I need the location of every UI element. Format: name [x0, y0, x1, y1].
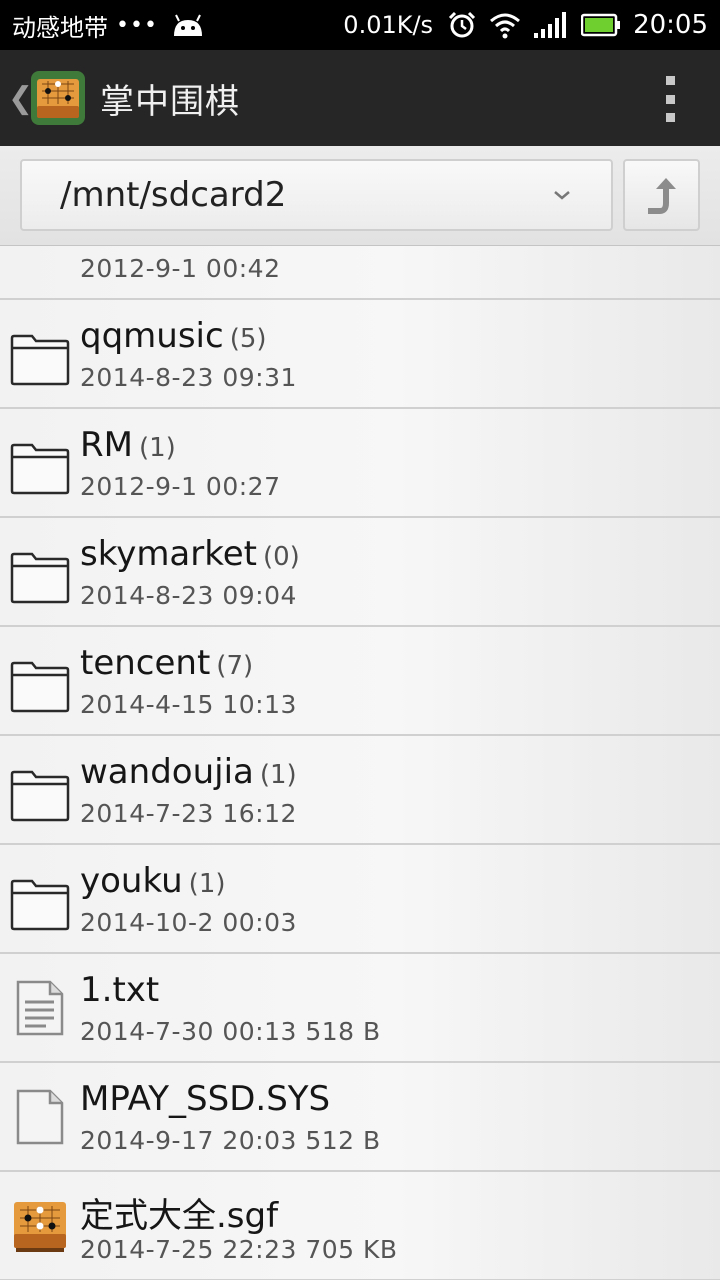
folder-icon [10, 655, 70, 715]
chevron-down-icon [554, 191, 570, 200]
back-chevron-icon[interactable]: ❮ [8, 81, 33, 116]
folder-row[interactable]: RM (1) 2012-9-1 00:27 [0, 409, 720, 518]
file-meta: 2012-9-1 00:42 [80, 254, 281, 283]
carrier-name: 动感地带 [12, 13, 108, 42]
file-meta: 2012-9-1 00:27 [80, 472, 281, 501]
file-row[interactable]: 定式大全.sgf 2014-7-25 22:23 705 KB [0, 1172, 720, 1280]
file-name-text: qqmusic [80, 316, 224, 356]
path-bar: /mnt/sdcard2 [0, 146, 720, 246]
file-name-text: wandoujia [80, 752, 254, 792]
file-meta: 2014-7-25 22:23 705 KB [80, 1235, 398, 1264]
signal-icon [534, 12, 567, 38]
android-icon [173, 14, 202, 36]
file-name: qqmusic (5) [80, 316, 267, 356]
file-name-text: MPAY_SSD.SYS [80, 1079, 331, 1119]
folder-icon [10, 546, 70, 606]
item-count: (1) [259, 760, 297, 790]
clock: 20:05 [633, 10, 708, 40]
file-name-text: 定式大全.sgf [80, 1196, 279, 1236]
file-name: 1.txt [80, 970, 159, 1010]
file-name: 定式大全.sgf [80, 1188, 278, 1237]
file-row[interactable]: 1.txt 2014-7-30 00:13 518 B [0, 954, 720, 1063]
status-left: 动感地带 ••• [12, 8, 206, 43]
item-count: (0) [262, 542, 300, 572]
status-bar: 动感地带 ••• 0.01K/s 20:05 [0, 0, 720, 50]
file-name-text: RM [80, 425, 133, 465]
file-meta: 2014-4-15 10:13 [80, 690, 297, 719]
file-name-text: 1.txt [80, 970, 160, 1010]
item-count: (7) [216, 651, 254, 681]
app-icon[interactable] [30, 70, 86, 126]
file-meta: 2014-9-17 20:03 512 B [80, 1126, 381, 1155]
sgf-file-icon [10, 1196, 70, 1256]
file-meta: 2014-7-23 16:12 [80, 799, 297, 828]
folder-row[interactable]: tencent (7) 2014-4-15 10:13 [0, 627, 720, 736]
folder-icon [10, 873, 70, 933]
item-count: (1) [188, 869, 226, 899]
file-name: wandoujia (1) [80, 752, 297, 792]
folder-row[interactable]: youku (1) 2014-10-2 00:03 [0, 845, 720, 954]
file-name: tencent (7) [80, 643, 253, 683]
file-meta: 2014-10-2 00:03 [80, 908, 297, 937]
file-meta: 2014-8-23 09:31 [80, 363, 297, 392]
text-file-icon [10, 978, 70, 1038]
current-path: /mnt/sdcard2 [60, 175, 287, 215]
file-name-text: youku [80, 861, 183, 901]
folder-row[interactable]: wandoujia (1) 2014-7-23 16:12 [0, 736, 720, 845]
file-name: youku (1) [80, 861, 226, 901]
file-name-text: skymarket [80, 534, 257, 574]
file-name: skymarket (0) [80, 534, 300, 574]
folder-row[interactable]: 2012-9-1 00:42 [0, 246, 720, 300]
action-bar: ❮ 掌中围棋 [0, 50, 720, 146]
parent-directory-button[interactable] [623, 159, 700, 231]
app-title: 掌中围棋 [100, 81, 240, 122]
file-row[interactable]: MPAY_SSD.SYS 2014-9-17 20:03 512 B [0, 1063, 720, 1172]
item-count: (1) [138, 433, 176, 463]
overflow-menu-icon[interactable] [664, 76, 676, 122]
path-dropdown[interactable]: /mnt/sdcard2 [20, 159, 613, 231]
file-icon [10, 1087, 70, 1147]
up-arrow-icon [647, 178, 676, 214]
more-notifications-icon: ••• [116, 12, 158, 38]
file-name-text: tencent [80, 643, 211, 683]
folder-row[interactable]: skymarket (0) 2014-8-23 09:04 [0, 518, 720, 627]
folder-icon [10, 328, 70, 388]
folder-icon [10, 437, 70, 497]
battery-icon [581, 13, 621, 37]
file-list: 2012-9-1 00:42 qqmusic (5) 2014-8-23 09:31 R… [0, 246, 720, 1280]
folder-icon [10, 764, 70, 824]
status-right: 0.01K/s 20:05 [343, 10, 708, 40]
file-name: RM (1) [80, 425, 176, 465]
folder-row[interactable]: qqmusic (5) 2014-8-23 09:31 [0, 300, 720, 409]
file-meta: 2014-7-30 00:13 518 B [80, 1017, 381, 1046]
file-name: MPAY_SSD.SYS [80, 1079, 330, 1119]
alarm-icon [449, 11, 476, 38]
file-meta: 2014-8-23 09:04 [80, 581, 297, 610]
item-count: (5) [229, 324, 267, 354]
wifi-icon [490, 13, 521, 39]
network-speed: 0.01K/s [343, 11, 434, 39]
